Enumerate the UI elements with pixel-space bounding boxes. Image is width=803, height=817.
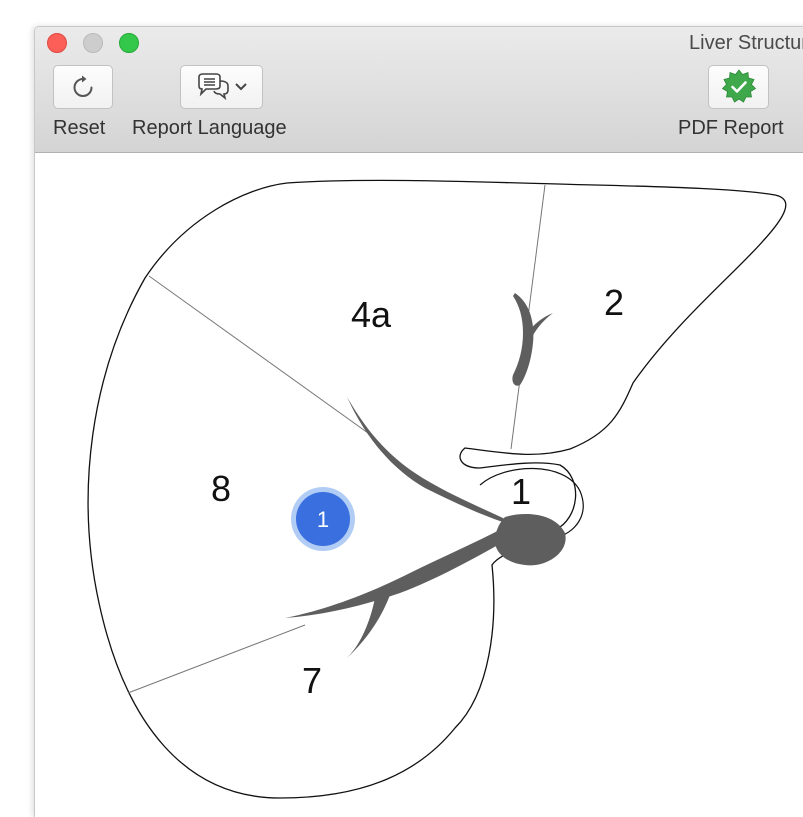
liver-diagram-canvas: 4a 2 8 1 7 1 xyxy=(35,153,803,817)
window-title: Liver Structure xyxy=(689,32,803,54)
report-language-label: Report Language xyxy=(132,117,287,139)
close-window-button[interactable] xyxy=(47,33,67,53)
segment-label-8: 8 xyxy=(211,468,231,509)
maximize-window-button[interactable] xyxy=(119,33,139,53)
lesion-marker-label: 1 xyxy=(317,507,329,532)
green-seal-checkmark-icon xyxy=(721,69,756,103)
app-window: Liver Structure Reset Report Language xyxy=(34,26,803,817)
minimize-window-button[interactable] xyxy=(83,33,103,53)
circular-arrow-icon xyxy=(73,75,93,97)
segment-label-4a: 4a xyxy=(351,294,392,335)
pdf-report-button[interactable] xyxy=(708,65,769,109)
segment-label-7: 7 xyxy=(302,660,322,701)
segment-label-2: 2 xyxy=(604,282,624,323)
reset-label: Reset xyxy=(53,117,106,139)
reset-button[interactable] xyxy=(53,65,113,109)
pdf-report-label: PDF Report xyxy=(678,117,784,139)
title-bar: Liver Structure Reset Report Language xyxy=(35,27,803,153)
speech-bubbles-icon xyxy=(197,73,229,101)
report-language-button[interactable] xyxy=(180,65,263,109)
liver-diagram: 4a 2 8 1 7 1 xyxy=(87,179,787,799)
segment-label-1: 1 xyxy=(511,471,531,512)
lesion-marker[interactable]: 1 xyxy=(291,487,355,551)
chevron-down-icon xyxy=(234,83,247,91)
